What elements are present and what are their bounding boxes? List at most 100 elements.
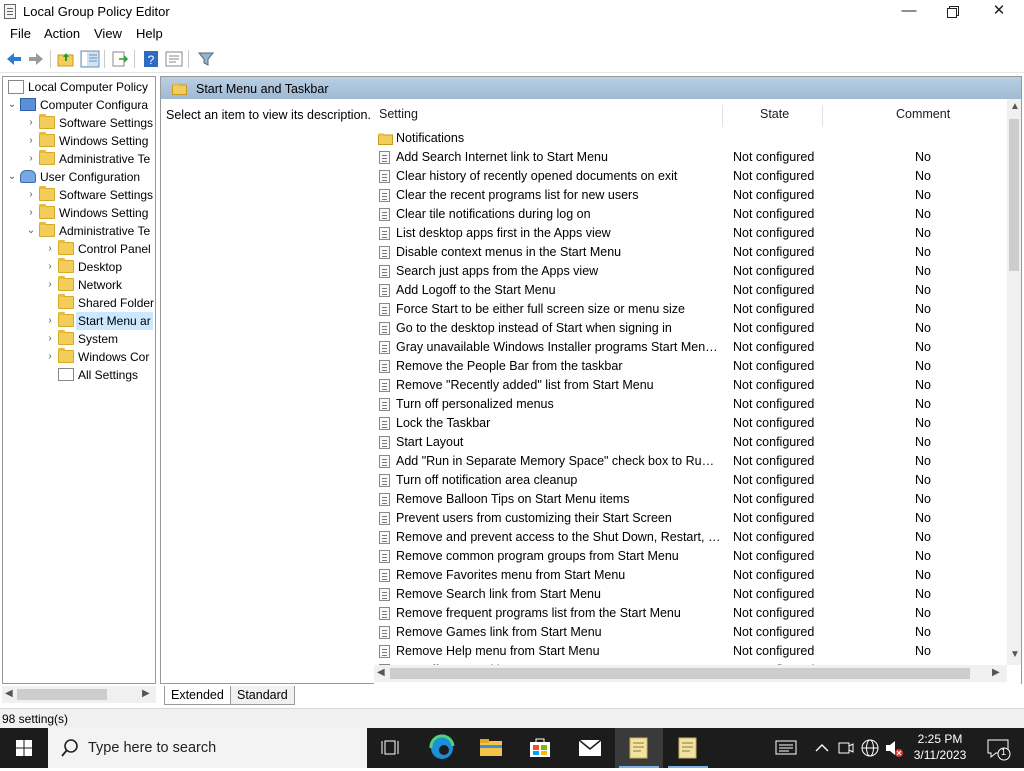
scrollbar-thumb[interactable] (17, 689, 107, 700)
expand-icon[interactable]: › (44, 330, 56, 348)
notification-center-button[interactable]: 1 (978, 728, 1018, 768)
column-divider[interactable] (822, 105, 823, 127)
collapse-icon[interactable]: ⌄ (25, 222, 37, 240)
minimize-button[interactable]: — (886, 0, 932, 24)
table-row[interactable]: Disable context menus in the Start Menu N… (374, 243, 1007, 262)
folder-row-notifications[interactable]: Notifications (374, 129, 1007, 148)
table-row[interactable]: Clear history of recently opened documen… (374, 167, 1007, 186)
table-row[interactable]: Turn off personalized menus Not configure… (374, 395, 1007, 414)
start-button[interactable] (0, 728, 48, 768)
tray-network-button[interactable] (858, 728, 882, 768)
properties-button[interactable] (164, 49, 184, 69)
table-row[interactable]: Add Logoff to the Start Menu Not configur… (374, 281, 1007, 300)
scroll-right-icon[interactable]: ▶ (142, 688, 150, 699)
column-divider[interactable] (722, 105, 723, 127)
expand-icon[interactable]: › (44, 276, 56, 294)
table-row[interactable]: Remove Search link from Start Menu Not co… (374, 585, 1007, 604)
help-icon: ? (144, 51, 158, 67)
taskbar-app-mail[interactable] (566, 728, 614, 768)
expand-icon[interactable]: › (25, 186, 37, 204)
expand-icon[interactable]: › (44, 348, 56, 366)
table-row[interactable]: Clear tile notifications during log on No… (374, 205, 1007, 224)
taskbar-app-edge[interactable] (418, 728, 466, 768)
tray-volume-button[interactable] (883, 728, 905, 768)
table-row[interactable]: Start Layout Not configured No (374, 433, 1007, 452)
details-pane: Start Menu and Taskbar Select an item to… (160, 76, 1022, 685)
expand-icon[interactable]: › (44, 258, 56, 276)
tray-display-button[interactable] (766, 728, 806, 768)
tab-extended[interactable]: Extended (164, 686, 231, 705)
table-row[interactable]: Remove frequent programs list from the S… (374, 604, 1007, 623)
table-row[interactable]: Gray unavailable Windows Installer progr… (374, 338, 1007, 357)
expand-icon[interactable]: › (25, 114, 37, 132)
table-row[interactable]: Turn off notification area cleanup Not co… (374, 471, 1007, 490)
clock[interactable]: 2:25 PM 3/11/2023 (905, 731, 975, 763)
scroll-up-icon[interactable]: ▲ (1010, 101, 1020, 112)
table-row[interactable]: Go to the desktop instead of Start when … (374, 319, 1007, 338)
table-row[interactable]: Prevent users from customizing their Sta… (374, 509, 1007, 528)
settings-list: Setting State Comment Notifications Add … (374, 99, 1021, 685)
scroll-right-icon[interactable]: ▶ (992, 667, 1000, 678)
menu-bar: File Action View Help (0, 24, 1024, 44)
menu-action[interactable]: Action (44, 26, 80, 41)
table-row[interactable]: Remove Favorites menu from Start Menu Not… (374, 566, 1007, 585)
table-row[interactable]: Clear the recent programs list for new u… (374, 186, 1007, 205)
expand-icon[interactable]: › (25, 204, 37, 222)
expand-icon[interactable]: › (44, 240, 56, 258)
horizontal-scrollbar[interactable]: ◀ ▶ (374, 665, 1007, 682)
tray-overflow-button[interactable] (810, 728, 834, 768)
taskbar-app-store[interactable] (516, 728, 564, 768)
vertical-scrollbar[interactable]: ▲ ▼ (1007, 99, 1021, 665)
scroll-down-icon[interactable]: ▼ (1010, 649, 1020, 660)
scroll-left-icon[interactable]: ◀ (377, 667, 385, 678)
up-folder-button[interactable] (56, 49, 76, 69)
tray-meet-button[interactable] (836, 728, 856, 768)
menu-view[interactable]: View (94, 26, 122, 41)
close-button[interactable]: ✕ (976, 0, 1022, 24)
column-state[interactable]: State (760, 107, 789, 121)
taskbar-search-box[interactable]: Type here to search (48, 728, 367, 768)
table-row[interactable]: Add Search Internet link to Start Menu No… (374, 148, 1007, 167)
scroll-left-icon[interactable]: ◀ (5, 688, 13, 699)
speaker-muted-icon (886, 741, 903, 757)
show-hide-tree-button[interactable] (80, 49, 100, 69)
table-row[interactable]: Remove and prevent access to the Shut Do… (374, 528, 1007, 547)
collapse-icon[interactable]: ⌄ (6, 96, 18, 114)
table-row[interactable]: Remove common program groups from Start … (374, 547, 1007, 566)
taskbar-app-gpedit[interactable] (615, 728, 663, 768)
export-list-button[interactable] (110, 49, 130, 69)
back-button[interactable] (4, 49, 24, 69)
filter-button[interactable] (196, 49, 216, 69)
scrollbar-thumb[interactable] (1009, 119, 1019, 271)
expand-icon[interactable]: › (25, 150, 37, 168)
table-row[interactable]: Search just apps from the Apps view Not c… (374, 262, 1007, 281)
collapse-icon[interactable]: ⌄ (6, 168, 18, 186)
policy-setting-icon (379, 493, 390, 506)
table-row[interactable]: Remove the People Bar from the taskbar No… (374, 357, 1007, 376)
taskbar-app-document[interactable] (664, 728, 712, 768)
table-row[interactable]: Force Start to be either full screen siz… (374, 300, 1007, 319)
table-row[interactable]: Remove "Recently added" list from Start … (374, 376, 1007, 395)
table-row[interactable]: Lock the Taskbar Not configured No (374, 414, 1007, 433)
tree-horizontal-scrollbar[interactable]: ◀ ▶ (2, 686, 156, 703)
column-setting[interactable]: Setting (379, 107, 418, 121)
folder-icon (58, 348, 74, 363)
help-button[interactable]: ? (142, 49, 162, 69)
table-row[interactable]: List desktop apps first in the Apps view… (374, 224, 1007, 243)
menu-help[interactable]: Help (136, 26, 163, 41)
menu-file[interactable]: File (10, 26, 31, 41)
table-row[interactable]: Add "Run in Separate Memory Space" check… (374, 452, 1007, 471)
table-row[interactable]: Remove Balloon Tips on Start Menu items N… (374, 490, 1007, 509)
expand-icon[interactable]: › (25, 132, 37, 150)
tab-standard[interactable]: Standard (230, 686, 295, 705)
maximize-button[interactable] (930, 0, 976, 24)
forward-button[interactable] (26, 49, 46, 69)
table-row[interactable]: Remove Help menu from Start Menu Not conf… (374, 642, 1007, 661)
expand-icon[interactable]: › (44, 312, 56, 330)
column-comment[interactable]: Comment (896, 107, 950, 121)
taskbar-app-file-explorer[interactable] (467, 728, 515, 768)
table-row[interactable]: Remove Games link from Start Menu Not con… (374, 623, 1007, 642)
task-view-button[interactable] (368, 728, 416, 768)
scrollbar-thumb[interactable] (390, 668, 970, 679)
setting-state: Not configured (733, 169, 815, 183)
